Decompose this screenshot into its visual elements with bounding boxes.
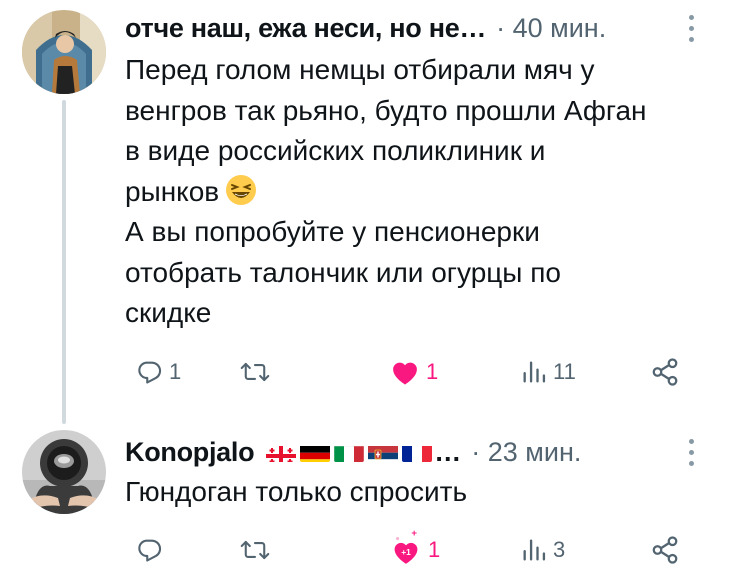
reply-button[interactable]: 1 [135,352,181,392]
name-ellipsis: … [434,436,462,467]
share-icon [652,536,678,564]
tweet-header: отче наш, ежа неси, но не… · 40 мин. [125,8,606,48]
like-count: 1 [428,537,441,562]
tweet-text: Перед голом немцы отбирали мяч у венгров… [125,50,715,334]
like-button[interactable]: +1 + 1 [390,529,441,570]
share-icon [652,358,678,386]
reply-icon [138,539,162,562]
views-count: 3 [553,537,566,562]
text-line: Перед голом немцы отбирали мяч у [125,54,595,85]
share-button[interactable] [650,352,680,392]
reply-button[interactable] [135,530,169,570]
retweet-icon [240,540,270,560]
tweet-header: Konopjalo … · 23 мин. [125,432,581,472]
more-icon[interactable] [688,432,694,472]
share-button[interactable] [650,530,680,570]
like-badge: +1 [401,547,411,557]
reply-icon [138,361,162,384]
france-flag [402,442,433,462]
thread-line [62,100,66,424]
retweet-icon [240,362,270,382]
retweet-button[interactable] [240,352,276,392]
tweet-text: Гюндоган только спросить [125,472,715,513]
flag-list [266,442,433,462]
like-count: 1 [426,359,439,384]
text-line: в виде российских поликлиник и [125,135,546,166]
heart-icon: +1 + [394,529,418,564]
italy-flag [334,442,365,462]
views-button[interactable]: 3 [521,530,565,570]
svg-text:+: + [411,529,417,539]
germany-flag [300,442,331,462]
avatar[interactable] [22,430,106,514]
text-line: скидке [125,297,212,328]
action-bar: 1 1 11 [125,352,700,392]
views-icon [523,539,546,561]
laughing-emoji [225,174,257,206]
retweet-button[interactable] [240,530,276,570]
reply-count: 1 [169,359,182,384]
views-icon [523,361,546,383]
avatar[interactable] [22,10,106,94]
heart-icon [393,362,417,385]
action-bar: +1 + 1 3 [125,529,700,570]
timestamp[interactable]: · 40 мин. [496,13,606,44]
like-button[interactable]: 1 [390,352,438,392]
serbia-flag [368,442,399,462]
author-name[interactable]: отче наш, ежа неси, но не… [125,13,486,44]
timestamp[interactable]: · 23 мин. [471,437,581,468]
author-name[interactable]: Konopjalo [125,437,255,468]
more-icon[interactable] [688,8,694,48]
text-line: А вы попробуйте у пенсионерки [125,216,540,247]
text-line: рынков [125,175,220,207]
text-line: венгров так рьяно, будто прошли Афган [125,94,647,126]
views-count: 11 [553,359,576,384]
views-button[interactable]: 11 [521,352,576,392]
text-line: отобрать талончик или огурцы по [125,256,561,288]
text-line: Гюндоган только спросить [125,476,468,507]
georgia-flag [266,442,297,462]
text-line-with-emoji: рынков [125,172,715,213]
